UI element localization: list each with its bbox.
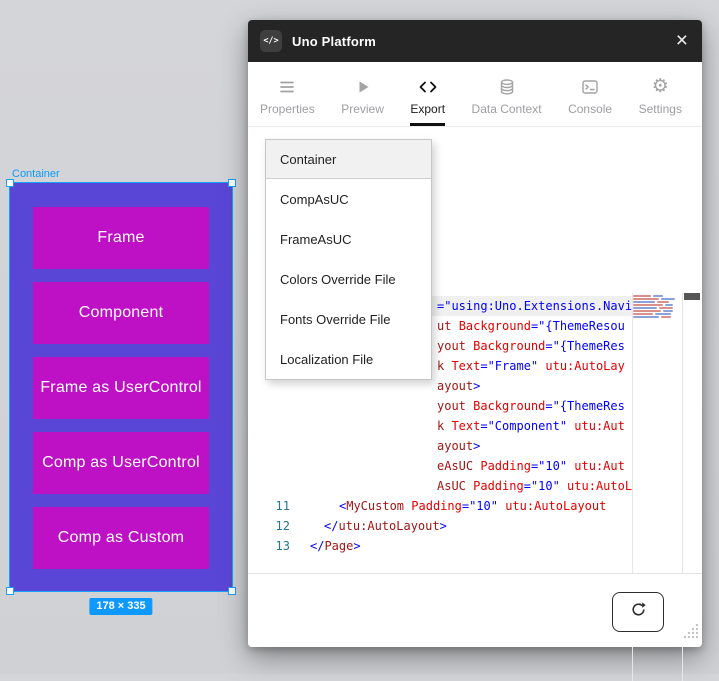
menu-item-frameasuc[interactable]: FrameAsUC [266,219,431,259]
export-target-menu: ContainerCompAsUCFrameAsUCColors Overrid… [265,139,432,380]
container-frame[interactable]: Frame Component Frame as UserControl Comp a… [10,183,232,591]
code-line-3: yout Background="{ThemeRes [437,336,625,356]
selection-handle-bottom-right[interactable] [228,587,236,595]
figma-canvas: { "window": { "title": "Uno Platform", "… [0,0,719,674]
tab-label: Properties [260,102,315,116]
selection-label: Container [12,168,60,180]
canvas-button-comp-as-custom[interactable]: Comp as Custom [33,507,209,569]
tab-label: Data Context [472,102,542,116]
selection-handle-top-right[interactable] [228,179,236,187]
code-line-1: ="using:Uno.Extensions.Navi [437,296,632,316]
tab-export[interactable]: Export [410,62,445,126]
tab-label: Preview [341,102,384,116]
refresh-icon [630,601,647,623]
code-line-2: ut Background="{ThemeResou [437,316,625,336]
menu-item-localization-file[interactable]: Localization File [266,339,431,379]
scrollbar-thumb[interactable] [684,293,700,300]
plugin-titlebar[interactable]: </> Uno Platform × [248,20,702,62]
canvas-button-frame[interactable]: Frame [33,207,209,269]
code-line-13: </Page> [310,536,361,556]
menu-item-colors-override-file[interactable]: Colors Override File [266,259,431,299]
close-icon[interactable]: × [676,20,688,62]
plugin-window: </> Uno Platform × Properties Preview Expo… [248,20,702,647]
selection-handle-top-left[interactable] [6,179,14,187]
plugin-title: Uno Platform [292,34,376,49]
play-icon [354,77,372,97]
tab-label: Settings [639,102,682,116]
tab-properties[interactable]: Properties [260,62,315,126]
canvas-button-comp-as-usercontrol[interactable]: Comp as UserControl [33,432,209,494]
refresh-button[interactable] [612,592,664,632]
minimap[interactable] [633,295,681,319]
console-icon [581,77,599,97]
code-line-12: </utu:AutoLayout> [324,516,447,536]
code-line-7: k Text="Component" utu:Aut [437,416,625,436]
list-icon [278,77,296,97]
line-number-11: 11 [262,496,290,516]
database-icon [498,77,516,97]
tab-preview[interactable]: Preview [341,62,384,126]
uno-platform-logo-icon: </> [260,30,282,52]
canvas-button-frame-as-usercontrol[interactable]: Frame as UserControl [33,357,209,419]
code-line-5: ayout> [437,376,480,396]
dimensions-badge: 178 × 335 [89,598,152,615]
gear-icon: ⚙ [652,77,669,97]
code-icon [418,77,438,97]
code-line-8: ayout> [437,436,480,456]
code-line-10: AsUC Padding="10" utu:AutoL [437,476,632,496]
tab-label: Console [568,102,612,116]
code-line-4: k Text="Frame" utu:AutoLay [437,356,625,376]
tab-console[interactable]: Console [568,62,612,126]
selection-handle-bottom-left[interactable] [6,587,14,595]
line-number-13: 13 [262,536,290,556]
tab-bar: Properties Preview Export Data Context Conso… [248,62,702,127]
code-line-6: yout Background="{ThemeRes [437,396,625,416]
active-tab-indicator [410,123,445,126]
canvas-button-component[interactable]: Component [33,282,209,344]
menu-item-fonts-override-file[interactable]: Fonts Override File [266,299,431,339]
tab-settings[interactable]: ⚙ Settings [639,62,682,126]
plugin-footer [248,573,702,647]
tab-data-context[interactable]: Data Context [472,62,542,126]
tab-label: Export [410,102,445,116]
line-number-12: 12 [262,516,290,536]
resize-grip-icon[interactable] [682,622,700,645]
menu-item-compasuc[interactable]: CompAsUC [266,179,431,219]
code-line-11: <MyCustom Padding="10" utu:AutoLayout [339,496,606,516]
code-line-9: eAsUC Padding="10" utu:Aut [437,456,625,476]
menu-item-container[interactable]: Container [266,140,431,179]
